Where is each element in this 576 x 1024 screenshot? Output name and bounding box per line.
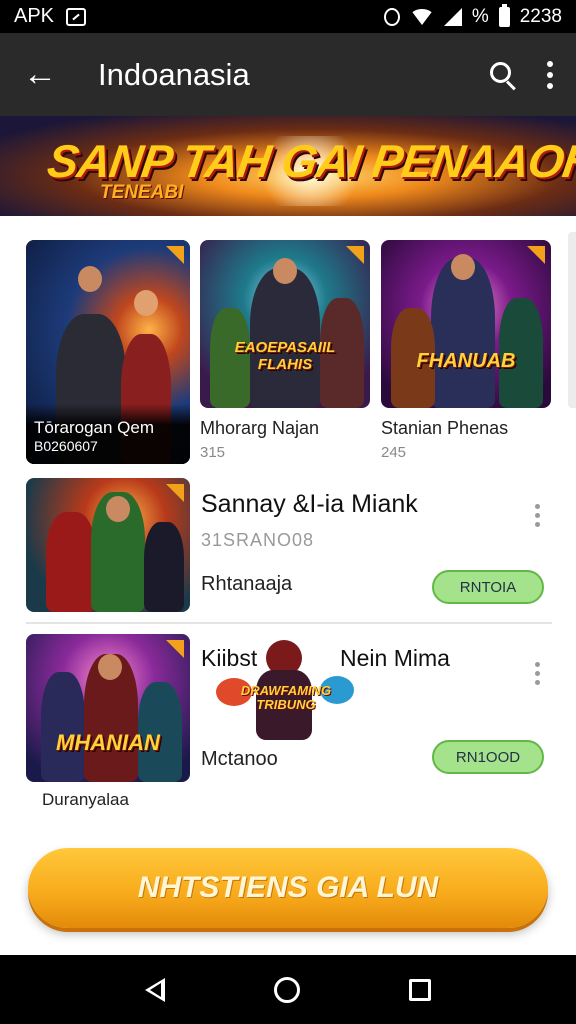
featured-card-title[interactable]: Mhorarg Najan — [200, 418, 319, 439]
list-divider — [26, 622, 552, 624]
list-item-meta: 31SRANO08 — [201, 530, 315, 550]
featured-card-subtitle: 245 — [381, 444, 407, 461]
status-time: 2238 — [519, 5, 562, 27]
banner-subline: TENEABI — [100, 182, 184, 203]
list-item-caption: Duranyalaa — [42, 790, 129, 809]
promo-banner[interactable]: SANP TAH GAI PENAAOH! TENEABI — [0, 116, 576, 216]
nav-recents-icon[interactable] — [409, 978, 432, 1001]
list-item-art-2[interactable]: MHANIAN — [26, 634, 190, 782]
overlay-logo: DRAWFAMING TRIBUNG — [240, 683, 332, 712]
system-nav-bar — [0, 955, 576, 1024]
bug-icon — [383, 7, 400, 26]
primary-cta-button[interactable]: NHTSTIENS GIA LUN — [28, 848, 548, 928]
status-app-text: APK — [14, 5, 55, 27]
screenshot-icon — [66, 7, 87, 26]
list-item-title-right[interactable]: Nein Mima — [340, 645, 450, 672]
game-art-2-logo: EAOEPASAIIL FLAHIS — [234, 339, 336, 373]
list-item-art-1[interactable] — [26, 478, 190, 612]
more-options-icon[interactable] — [546, 60, 554, 89]
list-item-title[interactable]: Sannay &I-ia Miank — [201, 490, 418, 519]
featured-card-subtitle: B0260607 — [34, 438, 98, 454]
list-item-name: Mctanoo — [201, 748, 278, 770]
featured-card-subtitle: 315 — [200, 444, 226, 461]
install-button[interactable]: RN1OOD — [432, 740, 544, 774]
list-item-more-icon[interactable] — [533, 662, 541, 685]
banner-headline: SANP TAH GAI PENAAOH! — [44, 135, 576, 187]
page-title: Indoanasia — [98, 56, 250, 92]
status-bar: APK % 2238 — [0, 0, 576, 33]
featured-card-title[interactable]: Stanian Phenas — [381, 418, 508, 439]
game-art-2[interactable]: EAOEPASAIIL FLAHIS — [200, 240, 370, 408]
nav-back-icon[interactable] — [144, 977, 165, 1002]
nav-home-icon[interactable] — [273, 976, 300, 1003]
install-button[interactable]: RNTOIA — [432, 570, 544, 604]
game-art-3[interactable]: FHANUAB — [381, 240, 551, 408]
game-art-3-logo: FHANUAB — [416, 350, 516, 372]
list-item-name: Rhtanaaja — [201, 573, 293, 595]
scroll-indicator — [568, 232, 576, 408]
back-button[interactable]: ← — [0, 33, 80, 116]
arrow-left-icon: ← — [23, 55, 57, 93]
battery-percent: % — [471, 5, 489, 27]
battery-icon — [498, 3, 510, 27]
search-icon[interactable] — [488, 60, 518, 90]
list-item-more-icon[interactable] — [533, 504, 541, 527]
featured-card-title: Tōrarogan Qem — [34, 418, 154, 437]
app-bar: ← Indoanasia — [0, 33, 576, 116]
overlay-character-art: DRAWFAMING TRIBUNG — [216, 640, 356, 750]
list-item-art-2-logo: MHANIAN — [56, 730, 160, 755]
signal-icon — [443, 7, 462, 26]
wifi-icon — [409, 8, 434, 25]
featured-card-1[interactable]: Tōrarogan Qem B0260607 — [26, 240, 190, 464]
